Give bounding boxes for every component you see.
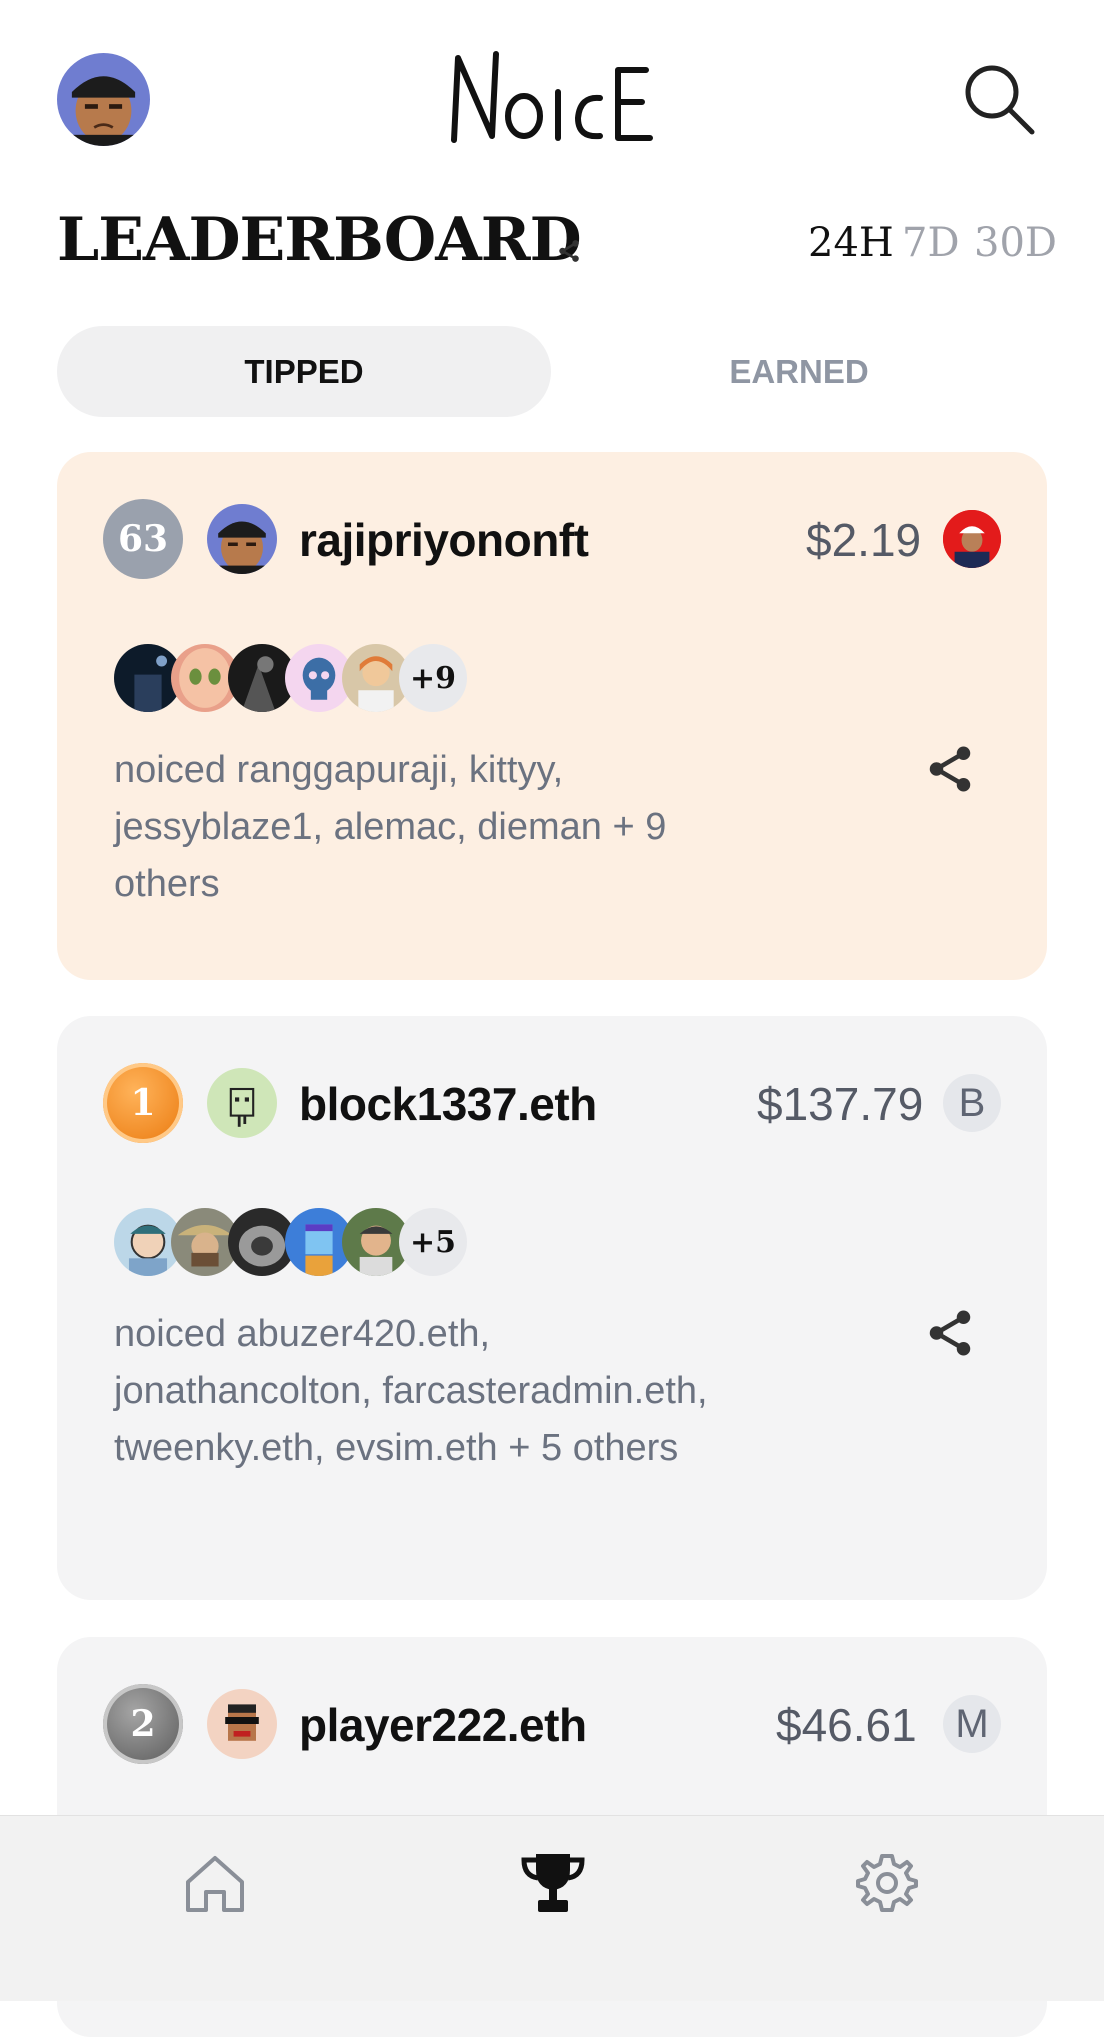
trophy-icon[interactable] [518, 1848, 588, 1918]
profile-avatar[interactable] [57, 53, 150, 146]
user-avatar[interactable] [207, 1068, 277, 1138]
leaderboard-card[interactable]: 63 rajipriyononft $2.19 +9 noiced rangga… [57, 452, 1047, 980]
bottom-nav [0, 1815, 1104, 2001]
noiced-text: noiced abuzer420.eth, jonathancolton, fa… [114, 1313, 708, 1469]
token-badge: B [943, 1074, 1001, 1132]
page-title: LEADERBOARD [57, 205, 582, 275]
period-7d[interactable]: 7D [902, 218, 960, 268]
username[interactable]: block1337.eth [299, 1074, 597, 1134]
period-24h[interactable]: 24H [808, 218, 894, 268]
share-icon[interactable] [556, 238, 582, 264]
username[interactable]: rajipriyononft [299, 510, 589, 570]
tip-amount: $2.19 [806, 514, 922, 566]
token-avatar [943, 510, 1001, 568]
tab-tipped[interactable]: TIPPED [57, 326, 551, 417]
more-count-badge: +5 [399, 1208, 467, 1276]
user-avatar[interactable] [207, 1689, 277, 1759]
rank-badge: 63 [103, 499, 183, 579]
token-badge: M [943, 1695, 1001, 1753]
leaderboard-card[interactable]: 1 block1337.eth $137.79 B +5 noiced abuz… [57, 1016, 1047, 1600]
username[interactable]: player222.eth [299, 1695, 587, 1755]
noice-logo [451, 51, 653, 143]
share-icon[interactable] [923, 742, 977, 796]
noiced-text: noiced ranggapuraji, kittyy, jessyblaze1… [114, 749, 667, 905]
tip-amount: $46.61 [776, 1699, 917, 1751]
tip-amount: $137.79 [757, 1078, 924, 1130]
home-icon[interactable] [180, 1848, 250, 1918]
rank-badge: 2 [103, 1684, 183, 1764]
period-30d[interactable]: 30D [974, 218, 1057, 268]
search-icon[interactable] [958, 58, 1038, 138]
more-count-badge: +9 [399, 644, 467, 712]
share-icon[interactable] [923, 1306, 977, 1360]
gear-icon[interactable] [852, 1848, 922, 1918]
tab-earned[interactable]: EARNED [552, 326, 1046, 417]
user-avatar[interactable] [207, 504, 277, 574]
rank-badge: 1 [103, 1063, 183, 1143]
